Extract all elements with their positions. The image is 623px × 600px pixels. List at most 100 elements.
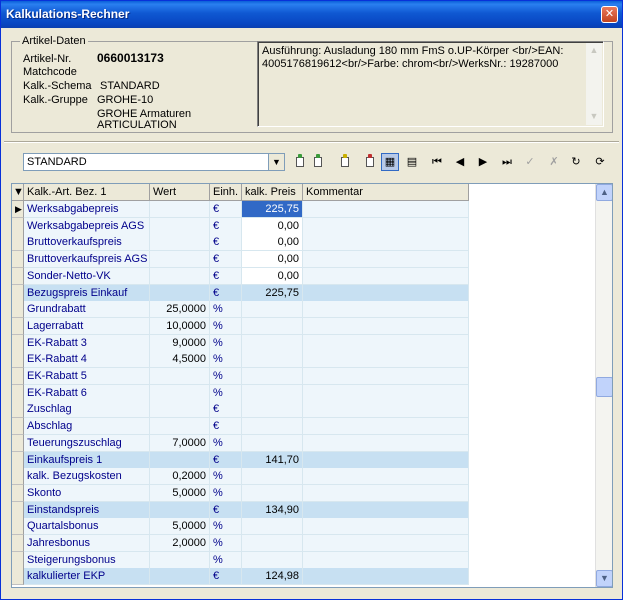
cell-preis[interactable]: 0,00	[242, 234, 303, 252]
cell-einh[interactable]: %	[210, 351, 242, 369]
cell-preis[interactable]: 225,75	[242, 201, 303, 218]
cell-einh[interactable]: €	[210, 451, 242, 469]
row-selector[interactable]	[12, 401, 24, 419]
cell-name[interactable]: Steigerungsbonus	[24, 551, 150, 569]
cell-preis[interactable]: 124,98	[242, 568, 303, 586]
row-selector[interactable]	[12, 484, 24, 502]
row-selector[interactable]	[12, 535, 24, 552]
cell-kommentar[interactable]	[303, 368, 469, 385]
row-selector[interactable]	[12, 334, 24, 352]
cell-einh[interactable]: %	[210, 317, 242, 335]
cell-kommentar[interactable]	[303, 301, 469, 319]
cell-preis[interactable]: 0,00	[242, 217, 303, 235]
cell-wert[interactable]	[150, 251, 210, 269]
cell-einh[interactable]: %	[210, 518, 242, 536]
cell-name[interactable]: kalkulierter EKP	[24, 568, 150, 586]
cell-wert[interactable]	[150, 217, 210, 235]
new-record-button[interactable]	[291, 153, 309, 171]
cancel-button[interactable]: ✗	[545, 153, 563, 171]
row-selector[interactable]	[12, 368, 24, 385]
row-selector[interactable]	[12, 284, 24, 302]
cell-kommentar[interactable]	[303, 351, 469, 369]
cell-name[interactable]: Werksabgabepreis AGS	[24, 217, 150, 235]
cell-kommentar[interactable]	[303, 468, 469, 486]
table-row[interactable]: Einstandspreis €134,90	[12, 501, 469, 519]
row-selector[interactable]	[12, 351, 24, 369]
cell-kommentar[interactable]	[303, 234, 469, 252]
column-header-unit[interactable]: Einh.	[210, 184, 242, 201]
cell-preis[interactable]	[242, 334, 303, 352]
edit-record-button[interactable]	[336, 153, 354, 171]
cell-name[interactable]: Zuschlag	[24, 401, 150, 419]
cell-name[interactable]: Grundrabatt	[24, 301, 150, 319]
row-selector[interactable]	[12, 251, 24, 269]
recalculate-button[interactable]: ⟳	[591, 153, 609, 171]
cell-einh[interactable]: %	[210, 301, 242, 319]
table-row[interactable]: Teuerungszuschlag 7,0000%	[12, 434, 469, 452]
cell-wert[interactable]	[150, 201, 210, 218]
cell-wert[interactable]	[150, 234, 210, 252]
cell-einh[interactable]: €	[210, 217, 242, 235]
table-row[interactable]: Sonder-Netto-VK €0,00	[12, 267, 469, 285]
row-selector[interactable]	[12, 468, 24, 486]
dropdown-arrow-icon[interactable]: ▼	[268, 154, 284, 170]
cell-preis[interactable]	[242, 468, 303, 486]
table-row[interactable]: Bruttoverkaufspreis AGS €0,00	[12, 251, 469, 269]
cell-einh[interactable]: %	[210, 384, 242, 402]
table-row[interactable]: Bezugspreis Einkauf €225,75	[12, 284, 469, 302]
cell-name[interactable]: Lagerrabatt	[24, 317, 150, 335]
cell-preis[interactable]: 0,00	[242, 267, 303, 285]
row-selector[interactable]	[12, 501, 24, 519]
cell-preis[interactable]	[242, 351, 303, 369]
scroll-down-icon[interactable]: ▼	[596, 570, 612, 587]
cell-wert[interactable]	[150, 368, 210, 385]
cell-name[interactable]: EK-Rabatt 5	[24, 368, 150, 385]
cell-preis[interactable]	[242, 368, 303, 385]
column-header-comment[interactable]: Kommentar	[303, 184, 469, 201]
cell-wert[interactable]	[150, 418, 210, 436]
cell-kommentar[interactable]	[303, 434, 469, 452]
last-record-button[interactable]: ⏭	[498, 153, 516, 171]
cell-einh[interactable]: %	[210, 368, 242, 385]
scroll-down-arrow-icon[interactable]: ▼	[586, 109, 602, 125]
cell-wert[interactable]: 4,5000	[150, 351, 210, 369]
cell-einh[interactable]: %	[210, 334, 242, 352]
table-row[interactable]: EK-Rabatt 3 9,0000%	[12, 334, 469, 352]
cell-wert[interactable]	[150, 384, 210, 402]
cell-name[interactable]: Sonder-Netto-VK	[24, 267, 150, 285]
description-textbox[interactable]: Ausführung: Ausladung 180 mm FmS o.UP-Kö…	[257, 41, 604, 127]
cell-wert[interactable]	[150, 451, 210, 469]
cell-name[interactable]: Abschlag	[24, 418, 150, 436]
cell-wert[interactable]: 5,0000	[150, 484, 210, 502]
cell-name[interactable]: Einkaufspreis 1	[24, 451, 150, 469]
cell-kommentar[interactable]	[303, 518, 469, 536]
table-row[interactable]: kalk. Bezugskosten 0,2000%	[12, 468, 469, 486]
cell-name[interactable]: Teuerungszuschlag	[24, 434, 150, 452]
cell-einh[interactable]: €	[210, 201, 242, 218]
cell-wert[interactable]	[150, 568, 210, 586]
cell-wert[interactable]: 0,2000	[150, 468, 210, 486]
cell-einh[interactable]: %	[210, 484, 242, 502]
cell-kommentar[interactable]	[303, 334, 469, 352]
cell-name[interactable]: Quartalsbonus	[24, 518, 150, 536]
cell-name[interactable]: Werksabgabepreis	[24, 201, 150, 218]
cell-einh[interactable]: %	[210, 468, 242, 486]
cell-kommentar[interactable]	[303, 484, 469, 502]
cell-kommentar[interactable]	[303, 217, 469, 235]
cell-wert[interactable]	[150, 267, 210, 285]
cell-kommentar[interactable]	[303, 317, 469, 335]
row-selector[interactable]	[12, 384, 24, 402]
cell-preis[interactable]	[242, 401, 303, 419]
table-row[interactable]: Lagerrabatt 10,0000%	[12, 317, 469, 335]
cell-kommentar[interactable]	[303, 451, 469, 469]
table-row[interactable]: Jahresbonus 2,0000%	[12, 535, 469, 552]
calc-table-button[interactable]: ▦	[381, 153, 399, 171]
column-header-name[interactable]: Kalk.-Art. Bez. 1	[24, 184, 150, 201]
table-row[interactable]: EK-Rabatt 4 4,5000%	[12, 351, 469, 369]
cell-wert[interactable]: 5,0000	[150, 518, 210, 536]
cell-kommentar[interactable]	[303, 535, 469, 552]
table-row[interactable]: ▶ Werksabgabepreis €225,75	[12, 201, 469, 218]
cell-kommentar[interactable]	[303, 568, 469, 586]
cell-name[interactable]: Einstandspreis	[24, 501, 150, 519]
scroll-thumb[interactable]	[596, 377, 612, 397]
